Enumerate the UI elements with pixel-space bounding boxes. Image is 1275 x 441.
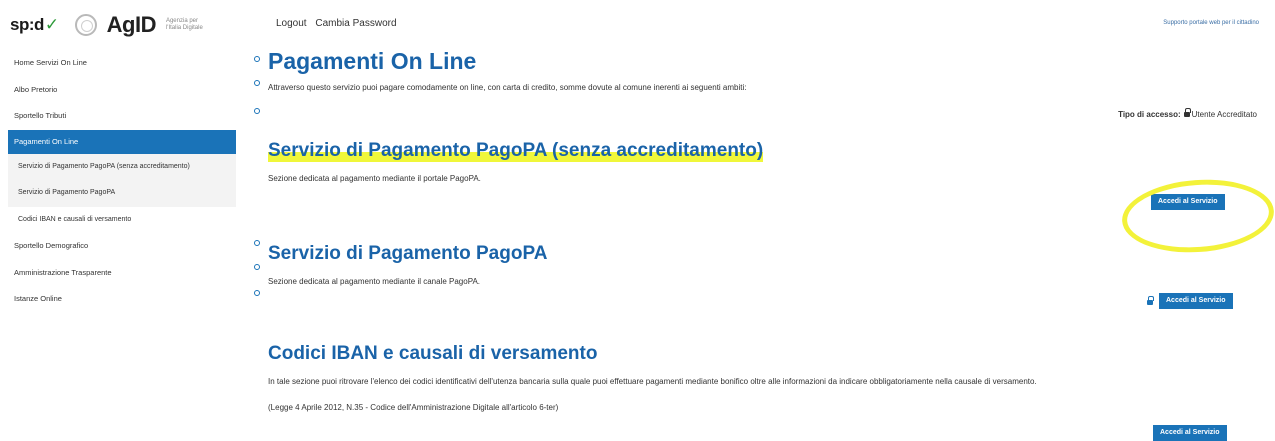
section-desc-pagopa-senza-accreditamento: Sezione dedicata al pagamento mediante i… <box>268 174 481 183</box>
circle-bullet-icon <box>254 240 260 246</box>
sidebar-subitem-pagopa-senza-accreditamento[interactable]: Servizio di Pagamento PagoPA (senza accr… <box>8 153 236 180</box>
circle-bullet-icon <box>254 108 260 114</box>
agid-emblem-icon <box>74 14 97 36</box>
highlight-annotation <box>1119 174 1275 258</box>
sidebar-nav: Home Servizi On Line Albo Pretorio Sport… <box>8 50 236 313</box>
top-nav: Logout Cambia Password <box>276 18 403 29</box>
circle-bullet-icon <box>254 56 260 62</box>
support-link[interactable]: Supporto portale web per il cittadino <box>1163 20 1259 26</box>
section-note-codici-iban: (Legge 4 Aprile 2012, N.35 - Codice dell… <box>268 403 559 412</box>
change-password-link[interactable]: Cambia Password <box>315 18 396 29</box>
sidebar-item-albo-pretorio[interactable]: Albo Pretorio <box>8 77 236 104</box>
access-service-button-pagopa[interactable]: Accedi al Servizio <box>1159 293 1233 309</box>
section-title-pagopa-senza-accreditamento: Servizio di Pagamento PagoPA (senza accr… <box>268 140 764 162</box>
spid-logo: sp:d✓ <box>10 15 59 34</box>
circle-bullet-icon <box>254 290 260 296</box>
circle-bullet-icon <box>254 80 260 86</box>
section-title-pagopa: Servizio di Pagamento PagoPA <box>268 243 548 264</box>
section-desc-codici-iban: In tale sezione puoi ritrovare l'elenco … <box>268 377 1037 386</box>
circle-bullet-icon <box>254 264 260 270</box>
access-type: Tipo di accesso: Utente Accreditato <box>1118 108 1257 119</box>
page-intro: Attraverso questo servizio puoi pagare c… <box>268 83 747 92</box>
sidebar-item-istanze-online[interactable]: Istanze Online <box>8 286 236 313</box>
sidebar-item-pagamenti-online[interactable]: Pagamenti On Line <box>8 129 236 154</box>
lock-icon <box>1183 108 1191 118</box>
section-title-codici-iban: Codici IBAN e causali di versamento <box>268 343 598 364</box>
logout-link[interactable]: Logout <box>276 18 307 29</box>
sidebar-item-sportello-demografico[interactable]: Sportello Demografico <box>8 233 236 260</box>
access-type-value: Utente Accreditato <box>1191 110 1257 119</box>
section-desc-pagopa: Sezione dedicata al pagamento mediante i… <box>268 277 480 286</box>
sidebar-item-sportello-tributi[interactable]: Sportello Tributi <box>8 103 236 130</box>
agid-subtitle: Agenzia per l'Italia Digitale <box>165 18 203 31</box>
access-type-label: Tipo di accesso: <box>1118 110 1181 119</box>
sidebar-item-amministrazione-trasparente[interactable]: Amministrazione Trasparente <box>8 260 236 287</box>
page-title: Pagamenti On Line <box>268 48 477 74</box>
access-service-button-codici-iban[interactable]: Accedi al Servizio <box>1153 425 1227 441</box>
brand-logos: sp:d✓ AgID Agenzia per l'Italia Digitale <box>10 12 208 38</box>
agid-logo: AgID <box>106 12 157 37</box>
sidebar-subitem-pagopa[interactable]: Servizio di Pagamento PagoPA <box>8 180 236 207</box>
sidebar-subitem-codici-iban[interactable]: Codici IBAN e causali di versamento <box>8 207 236 234</box>
lock-icon <box>1147 296 1154 305</box>
sidebar-item-home[interactable]: Home Servizi On Line <box>8 50 236 77</box>
